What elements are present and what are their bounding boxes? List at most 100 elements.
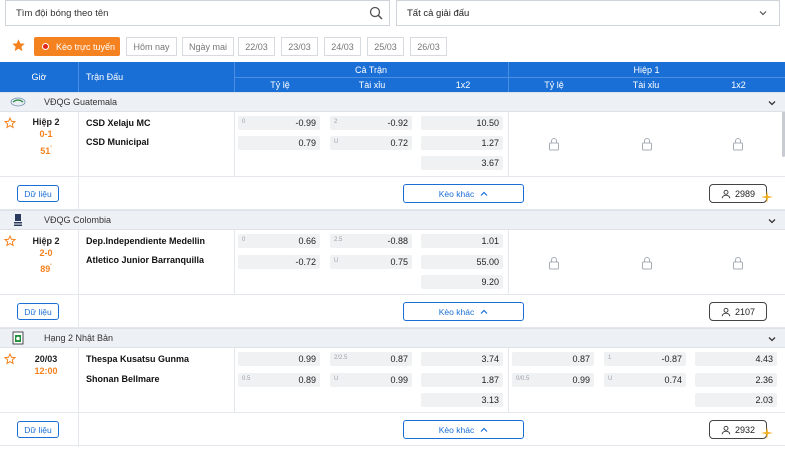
chevron-up-icon [480, 309, 488, 314]
more-odds-button[interactable]: Kèo khác [403, 184, 524, 203]
sparkle-icon [761, 427, 773, 439]
lock-icon [733, 138, 743, 151]
odds-cell[interactable]: -0.72 [238, 255, 320, 269]
odds-cell[interactable]: 3.13 [421, 393, 503, 407]
col-full-match: Cả Trận [354, 64, 387, 75]
match-row: Hiệp 2 0-1 51' CSD Xelaju MC CSD Municip… [0, 112, 785, 177]
odds-cell[interactable]: 1.87 [421, 373, 503, 387]
odds-cell[interactable]: U 0.74 [604, 373, 686, 387]
lock-icon [642, 138, 652, 151]
odds-cell[interactable]: U 0.72 [330, 136, 412, 150]
favorite-star-icon[interactable] [4, 117, 16, 129]
match-period: Hiệp 2 [32, 236, 60, 246]
search-placeholder: Tìm đội bóng theo tên [16, 7, 109, 19]
odds-cell[interactable]: 2 -0.92 [330, 116, 412, 130]
odds-cell[interactable]: 0.79 [238, 136, 320, 150]
away-team[interactable]: Atletico Junior Barranquilla [86, 255, 204, 265]
stats-button[interactable]: Dữ liệu [17, 421, 59, 438]
league-name: Hạng 2 Nhật Bản [44, 333, 114, 343]
odds-cell[interactable]: 0.99 [238, 352, 320, 366]
tab-date[interactable]: 24/03 [324, 37, 361, 56]
league-select[interactable]: Tất cả giải đấu [396, 0, 780, 26]
team-search-input[interactable]: Tìm đội bóng theo tên [5, 0, 390, 26]
odds-cell[interactable]: 2.36 [695, 373, 777, 387]
col-first-half: Hiệp 1 [633, 64, 660, 75]
match-row: 20/03 12:00 Thespa Kusatsu Gunma Shonan … [0, 348, 785, 412]
tab-date[interactable]: 23/03 [281, 37, 318, 56]
comments-button[interactable]: 2932 [709, 420, 767, 439]
match-score: 0-1 [39, 129, 53, 139]
match-minute: 89' [40, 264, 52, 274]
odds-cell[interactable]: 0.5 0.89 [238, 373, 320, 387]
tab-date[interactable]: 25/03 [367, 37, 404, 56]
stats-button[interactable]: Dữ liệu [17, 303, 59, 320]
more-odds-button[interactable]: Kèo khác [403, 420, 524, 439]
odds-cell[interactable]: 9.20 [421, 275, 503, 289]
more-odds-button[interactable]: Kèo khác [403, 302, 524, 321]
tab-tomorrow[interactable]: Ngày mai [182, 37, 234, 56]
odds-cell[interactable]: 3.74 [421, 352, 503, 366]
odds-cell[interactable]: 3.67 [421, 156, 503, 170]
match-period: Hiệp 2 [32, 117, 60, 127]
match-footer: Dữ liệu Kèo khác 2932 [0, 412, 785, 447]
odds-cell[interactable]: 10.50 [421, 116, 503, 130]
chevron-down-icon [759, 11, 767, 16]
search-icon[interactable] [369, 6, 383, 20]
col-h1-1x2: 1x2 [731, 79, 746, 90]
odds-cell[interactable]: 0.87 [512, 352, 594, 366]
odds-table-header: Giờ Trận Đấu Cả Trận Hiệp 1 Tỷ lệ Tài xỉ… [0, 62, 785, 92]
live-odds-button[interactable]: Kèo trực tuyến [34, 37, 120, 56]
col-h1-handicap: Tỷ lệ [544, 79, 564, 90]
odds-cell[interactable]: 2.03 [695, 393, 777, 407]
odds-cell[interactable]: 1 -0.87 [604, 352, 686, 366]
home-team[interactable]: CSD Xelaju MC [86, 118, 151, 128]
league-header[interactable]: Hạng 2 Nhật Bản [0, 328, 785, 348]
league-name: VĐQG Colombia [44, 215, 112, 225]
match-row: Hiệp 2 2-0 89' Dep.Independiente Medelli… [0, 230, 785, 294]
match-score: 2-0 [39, 248, 53, 258]
tab-today[interactable]: Hôm nay [126, 37, 177, 56]
odds-cell[interactable]: U 0.99 [330, 373, 412, 387]
league-header[interactable]: VĐQG Colombia [0, 210, 785, 230]
comments-button[interactable]: 2989 [709, 184, 767, 203]
odds-cell[interactable]: U 0.75 [330, 255, 412, 269]
chevron-down-icon[interactable] [768, 99, 776, 107]
odds-cell[interactable]: 1.01 [421, 234, 503, 248]
col-h1-over-under: Tài xỉu [632, 79, 660, 90]
live-dot-icon [42, 43, 49, 50]
odds-cell[interactable]: 0/0.5 0.99 [512, 373, 594, 387]
chevron-up-icon [480, 427, 488, 432]
comments-button[interactable]: 2107 [709, 302, 767, 321]
favorite-star-icon[interactable] [4, 353, 16, 365]
lock-icon [642, 257, 652, 270]
tab-date[interactable]: 26/03 [410, 37, 447, 56]
away-team[interactable]: CSD Municipal [86, 137, 149, 147]
chevron-down-icon[interactable] [768, 335, 776, 343]
odds-cell[interactable]: 1.27 [421, 136, 503, 150]
league-logo [12, 331, 24, 345]
col-match: Trận Đấu [86, 72, 124, 82]
lock-icon [549, 138, 559, 151]
odds-cell[interactable]: 2.5 -0.88 [330, 234, 412, 248]
stats-button[interactable]: Dữ liệu [17, 185, 59, 202]
sparkle-icon [761, 191, 773, 203]
col-ft-over-under: Tài xỉu [358, 79, 386, 90]
odds-cell[interactable]: 4.43 [695, 352, 777, 366]
league-header[interactable]: VĐQG Guatemala [0, 92, 785, 112]
chevron-down-icon[interactable] [768, 217, 776, 225]
favorite-star-icon[interactable] [4, 235, 16, 247]
odds-cell[interactable]: 2/2.5 0.87 [330, 352, 412, 366]
home-team[interactable]: Dep.Independiente Medellin [86, 236, 205, 246]
chevron-up-icon [480, 191, 488, 196]
match-footer: Dữ liệu Kèo khác 2107 [0, 294, 785, 329]
home-team[interactable]: Thespa Kusatsu Gunma [86, 354, 189, 364]
match-date: 20/03 [34, 354, 58, 364]
favorites-star-icon[interactable] [11, 38, 26, 53]
away-team[interactable]: Shonan Bellmare [86, 374, 160, 384]
odds-cell[interactable]: 55.00 [421, 255, 503, 269]
odds-cell[interactable]: 0 0.66 [238, 234, 320, 248]
league-name: VĐQG Guatemala [44, 97, 118, 107]
lock-icon [549, 257, 559, 270]
tab-date[interactable]: 22/03 [238, 37, 275, 56]
odds-cell[interactable]: 0 -0.99 [238, 116, 320, 130]
